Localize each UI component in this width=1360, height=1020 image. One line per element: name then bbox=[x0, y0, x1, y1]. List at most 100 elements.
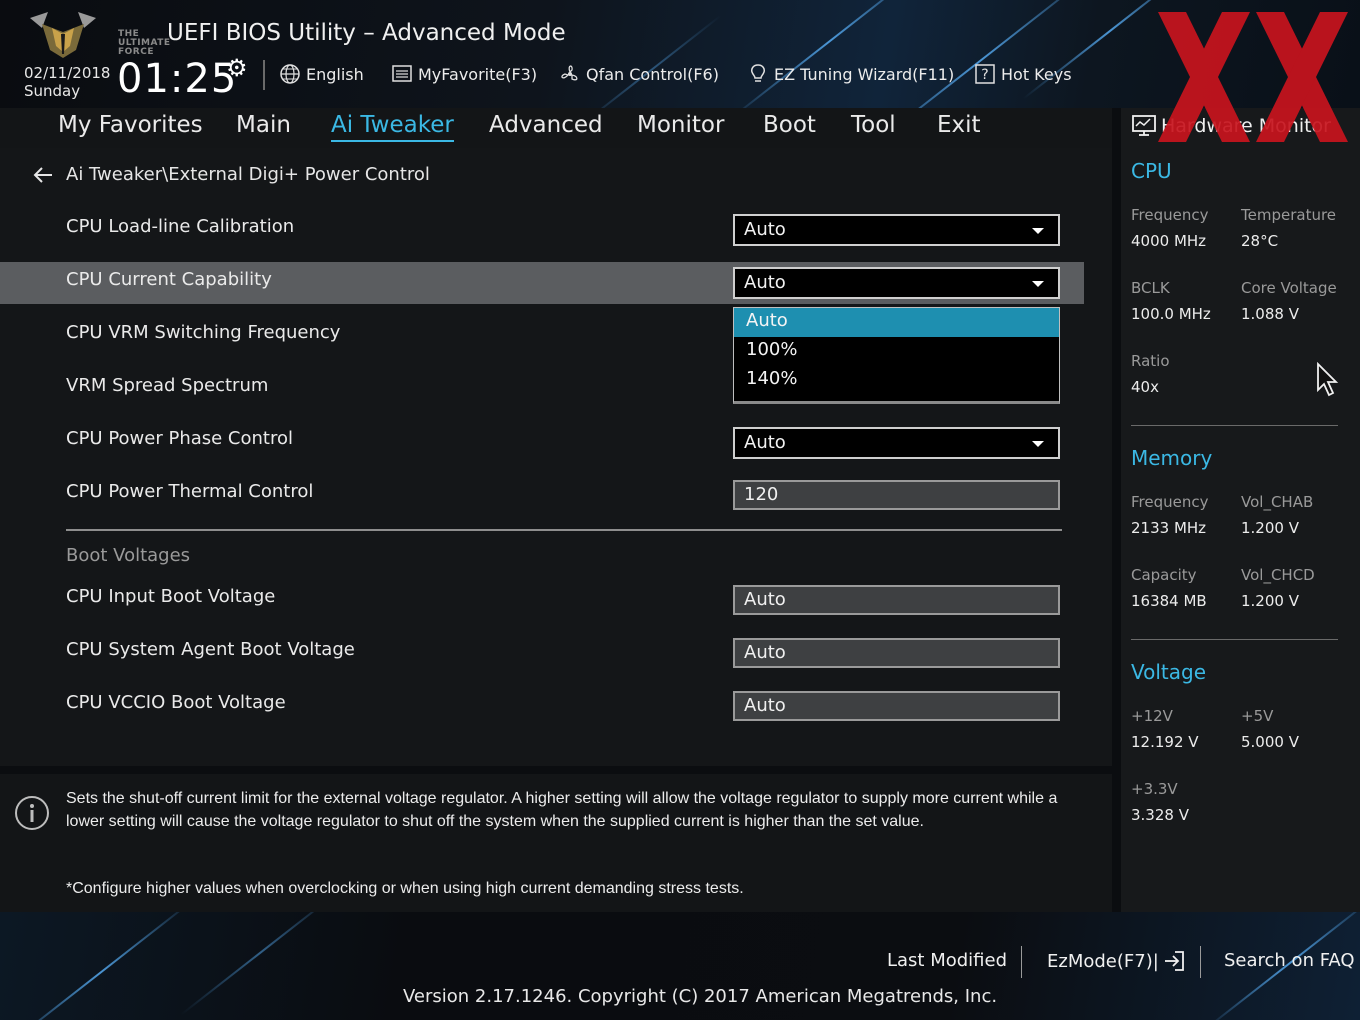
dropdown-option-auto[interactable]: Auto bbox=[734, 308, 1059, 337]
v12-value: 12.192 V bbox=[1131, 733, 1199, 751]
setting-label: CPU System Agent Boot Voltage bbox=[66, 639, 355, 660]
select-value: Auto bbox=[744, 219, 786, 240]
mem-frequency-value: 2133 MHz bbox=[1131, 519, 1207, 537]
dropdown-arrow-icon bbox=[1032, 281, 1044, 287]
cpu-vccio-boot-voltage-input[interactable]: Auto bbox=[733, 691, 1060, 721]
boot-voltages-heading: Boot Voltages bbox=[66, 545, 191, 566]
vol-chcd-label: Vol_CHCD bbox=[1241, 566, 1315, 584]
logo-wordmark: THE ULTIMATE FORCE bbox=[118, 29, 171, 57]
capacity-value: 16384 MB bbox=[1131, 592, 1207, 610]
exit-arrow-icon bbox=[1164, 951, 1184, 971]
date-text: 02/11/2018 bbox=[24, 64, 111, 82]
setting-label: CPU Input Boot Voltage bbox=[66, 586, 276, 607]
decor-streak bbox=[4, 912, 196, 1020]
ez-tuning-label: EZ Tuning Wizard(F11) bbox=[774, 64, 955, 84]
mem-frequency-label: Frequency bbox=[1131, 493, 1209, 511]
cpu-frequency-value: 4000 MHz bbox=[1131, 232, 1207, 250]
load-line-calibration-select[interactable]: Auto bbox=[733, 214, 1060, 246]
tuf-logo: THE ULTIMATE FORCE bbox=[24, 10, 170, 60]
setting-label: CPU Current Capability bbox=[66, 269, 272, 290]
myfavorite-button[interactable]: MyFavorite(F3) bbox=[391, 63, 537, 85]
core-voltage-label: Core Voltage bbox=[1241, 279, 1337, 297]
vol-chab-value: 1.200 V bbox=[1241, 519, 1299, 537]
help-description: Sets the shut-off current limit for the … bbox=[66, 790, 1058, 830]
power-thermal-control-input[interactable]: 120 bbox=[733, 480, 1060, 510]
tab-exit[interactable]: Exit bbox=[937, 112, 981, 138]
vol-chcd-value: 1.200 V bbox=[1241, 592, 1299, 610]
v33-label: +3.3V bbox=[1131, 780, 1178, 798]
cpu-temperature-value: 28°C bbox=[1241, 232, 1279, 250]
header-separator bbox=[263, 60, 265, 90]
setting-label: CPU Power Thermal Control bbox=[66, 481, 314, 502]
section-divider bbox=[66, 529, 1062, 531]
ezmode-label: EzMode(F7)| bbox=[1047, 950, 1159, 972]
breadcrumb-path: Ai Tweaker\External Digi+ Power Control bbox=[66, 164, 430, 185]
dropdown-arrow-icon bbox=[1032, 441, 1044, 447]
dropdown-arrow-icon bbox=[1032, 228, 1044, 234]
setting-label: CPU Power Phase Control bbox=[66, 428, 293, 449]
tab-my-favorites[interactable]: My Favorites bbox=[58, 112, 203, 138]
tab-main[interactable]: Main bbox=[236, 112, 291, 138]
qfan-label: Qfan Control(F6) bbox=[586, 64, 719, 84]
cpu-temperature-label: Temperature bbox=[1241, 206, 1337, 224]
cpu-input-boot-voltage-input[interactable]: Auto bbox=[733, 585, 1060, 615]
tab-advanced[interactable]: Advanced bbox=[489, 112, 603, 138]
tab-ai-tweaker[interactable]: Ai Tweaker bbox=[331, 112, 454, 142]
monitor-divider bbox=[1131, 639, 1338, 640]
setting-label: CPU Load-line Calibration bbox=[66, 216, 295, 237]
capacity-label: Capacity bbox=[1131, 566, 1197, 584]
v12-label: +12V bbox=[1131, 707, 1173, 725]
ratio-value: 40x bbox=[1131, 378, 1159, 396]
setting-label[interactable]: VRM Spread Spectrum bbox=[66, 375, 268, 396]
back-arrow-icon[interactable] bbox=[32, 166, 54, 184]
decor-streak bbox=[726, 0, 934, 108]
cpu-frequency-label: Frequency bbox=[1131, 206, 1209, 224]
last-modified-button[interactable]: Last Modified bbox=[887, 950, 1007, 971]
cpu-system-agent-boot-voltage-input[interactable]: Auto bbox=[733, 638, 1060, 668]
decor-streak bbox=[180, 912, 340, 1016]
qfan-control-button[interactable]: Qfan Control(F6) bbox=[559, 63, 719, 85]
language-button[interactable]: English bbox=[279, 63, 364, 85]
globe-icon bbox=[280, 64, 300, 84]
help-note: *Configure higher values when overclocki… bbox=[66, 880, 744, 897]
ez-tuning-button[interactable]: EZ Tuning Wizard(F11) bbox=[747, 63, 954, 85]
memory-section-title: Memory bbox=[1131, 446, 1213, 470]
footer-separator bbox=[1200, 946, 1201, 978]
decor-streak bbox=[853, 0, 1107, 108]
v5-value: 5.000 V bbox=[1241, 733, 1299, 751]
svg-text:?: ? bbox=[981, 67, 988, 83]
version-text: Version 2.17.1246. Copyright (C) 2017 Am… bbox=[403, 986, 998, 1007]
footer-separator bbox=[1021, 946, 1022, 978]
v33-value: 3.328 V bbox=[1131, 806, 1189, 824]
ezmode-button[interactable]: EzMode(F7)| bbox=[1047, 950, 1187, 972]
myfavorite-label: MyFavorite(F3) bbox=[418, 64, 538, 84]
breadcrumb: Ai Tweaker\External Digi+ Power Control bbox=[32, 164, 430, 185]
cpu-section-title: CPU bbox=[1131, 159, 1172, 183]
decor-streak bbox=[578, 14, 722, 108]
voltage-section-title: Voltage bbox=[1131, 660, 1207, 684]
hot-keys-button[interactable]: ? Hot Keys bbox=[974, 63, 1072, 85]
setting-label[interactable]: CPU VRM Switching Frequency bbox=[66, 322, 340, 343]
search-faq-button[interactable]: Search on FAQ bbox=[1224, 950, 1355, 971]
help-question-icon: ? bbox=[975, 64, 995, 84]
gear-icon[interactable]: ⚙ bbox=[226, 54, 248, 82]
tab-boot[interactable]: Boot bbox=[763, 112, 816, 138]
monitor-icon bbox=[1132, 115, 1156, 136]
v5-label: +5V bbox=[1241, 707, 1274, 725]
monitor-divider bbox=[1131, 425, 1338, 426]
watermark-logo bbox=[1158, 12, 1348, 142]
vol-chab-label: Vol_CHAB bbox=[1241, 493, 1314, 511]
core-voltage-value: 1.088 V bbox=[1241, 305, 1299, 323]
dropdown-option-100[interactable]: 100% bbox=[734, 337, 1059, 366]
current-capability-select[interactable]: Auto bbox=[733, 267, 1060, 299]
language-label: English bbox=[306, 64, 364, 84]
tab-tool[interactable]: Tool bbox=[851, 112, 896, 138]
list-icon bbox=[392, 65, 412, 82]
dropdown-option-140[interactable]: 140% bbox=[734, 366, 1059, 395]
power-phase-control-select[interactable]: Auto bbox=[733, 427, 1060, 459]
lightbulb-icon bbox=[751, 64, 765, 82]
tuf-shield-icon bbox=[30, 12, 96, 58]
ratio-label: Ratio bbox=[1131, 352, 1170, 370]
info-icon bbox=[15, 796, 49, 830]
tab-monitor[interactable]: Monitor bbox=[637, 112, 724, 138]
